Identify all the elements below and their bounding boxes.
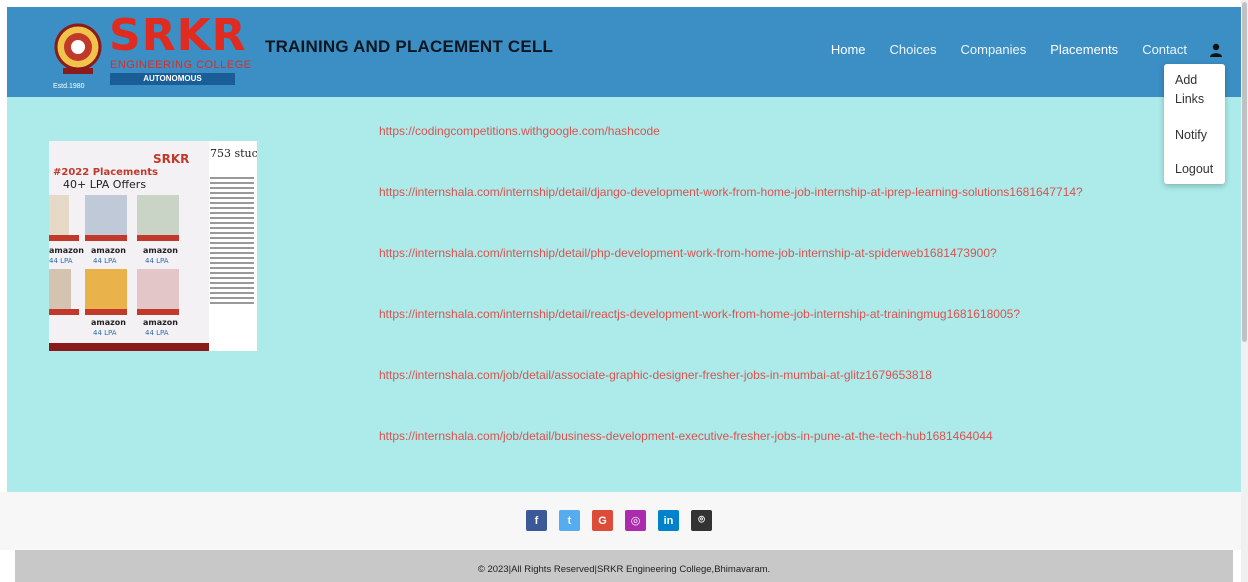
- college-seal-icon: [54, 23, 102, 74]
- poster-headline: #2022 Placements: [53, 167, 158, 178]
- linkedin-icon[interactable]: in: [658, 510, 679, 531]
- header: SRKR ENGINEERING COLLEGE AUTONOMOUS Estd…: [7, 7, 1241, 97]
- links-list: https://codingcompetitions.withgoogle.co…: [379, 124, 1083, 490]
- placement-poster-image: SRKR #2022 Placements 40+ LPA Offers ama…: [49, 141, 257, 351]
- dropdown-logout[interactable]: Logout: [1175, 160, 1225, 179]
- social-footer: f t G ◎ in ⌾: [0, 492, 1248, 550]
- dropdown-add-links[interactable]: Add Links: [1175, 71, 1209, 109]
- poster-company-3: amazon: [143, 246, 178, 255]
- poster-company-5: amazon: [143, 318, 178, 327]
- poster-subheadline: 40+ LPA Offers: [63, 178, 146, 191]
- main-content: SRKR #2022 Placements 40+ LPA Offers ama…: [7, 97, 1241, 492]
- nav-companies[interactable]: Companies: [961, 42, 1027, 57]
- poster-news-title: 753 stuc College: [210, 147, 257, 160]
- poster-lpa-3: 44 LPA: [145, 257, 169, 265]
- nav-choices[interactable]: Choices: [890, 42, 937, 57]
- poster-brand: SRKR: [153, 152, 189, 166]
- poster-lpa-4: 44 LPA: [93, 329, 117, 337]
- google-icon[interactable]: G: [592, 510, 613, 531]
- page-title: TRAINING AND PLACEMENT CELL: [265, 37, 554, 56]
- link-item[interactable]: https://codingcompetitions.withgoogle.co…: [379, 124, 1083, 185]
- user-icon[interactable]: [1209, 43, 1223, 57]
- nav-home[interactable]: Home: [831, 42, 866, 57]
- nav-placements[interactable]: Placements: [1050, 42, 1118, 57]
- main-nav: Home Choices Companies Placements Contac…: [807, 42, 1223, 57]
- instagram-icon[interactable]: ◎: [625, 510, 646, 531]
- social-buttons: f t G ◎ in ⌾: [526, 510, 724, 531]
- link-item[interactable]: https://internshala.com/job/detail/busin…: [379, 429, 1083, 490]
- link-item[interactable]: https://internshala.com/internship/detai…: [379, 307, 1083, 368]
- page-scrollbar[interactable]: [1241, 0, 1248, 582]
- poster-company-4: amazon: [91, 318, 126, 327]
- poster-lpa-5: 44 LPA: [145, 329, 169, 337]
- nav-contact[interactable]: Contact: [1142, 42, 1187, 57]
- facebook-icon[interactable]: f: [526, 510, 547, 531]
- poster-lpa-2: 44 LPA: [93, 257, 117, 265]
- poster-company-2: amazon: [91, 246, 126, 255]
- user-dropdown-menu: Add Links Notify Logout: [1164, 64, 1225, 184]
- poster-company-1: amazon: [49, 246, 84, 255]
- logo-subtitle: ENGINEERING COLLEGE: [110, 59, 252, 71]
- college-logo[interactable]: SRKR ENGINEERING COLLEGE AUTONOMOUS Estd…: [53, 14, 252, 91]
- scrollbar-thumb[interactable]: [1242, 2, 1247, 342]
- logo-estd: Estd.1980: [53, 83, 85, 90]
- twitter-icon[interactable]: t: [559, 510, 580, 531]
- logo-tag: AUTONOMOUS: [110, 73, 235, 85]
- github-icon[interactable]: ⌾: [691, 510, 712, 531]
- link-item[interactable]: https://internshala.com/internship/detai…: [379, 246, 1083, 307]
- link-item[interactable]: https://internshala.com/internship/detai…: [379, 185, 1083, 246]
- dropdown-notify[interactable]: Notify: [1175, 126, 1225, 145]
- copyright-footer: © 2023|All Rights Reserved|SRKR Engineer…: [15, 550, 1233, 582]
- link-item[interactable]: https://internshala.com/job/detail/assoc…: [379, 368, 1083, 429]
- logo-name: SRKR: [109, 10, 247, 61]
- poster-lpa-1: 44 LPA: [49, 257, 73, 265]
- page: SRKR ENGINEERING COLLEGE AUTONOMOUS Estd…: [0, 0, 1248, 582]
